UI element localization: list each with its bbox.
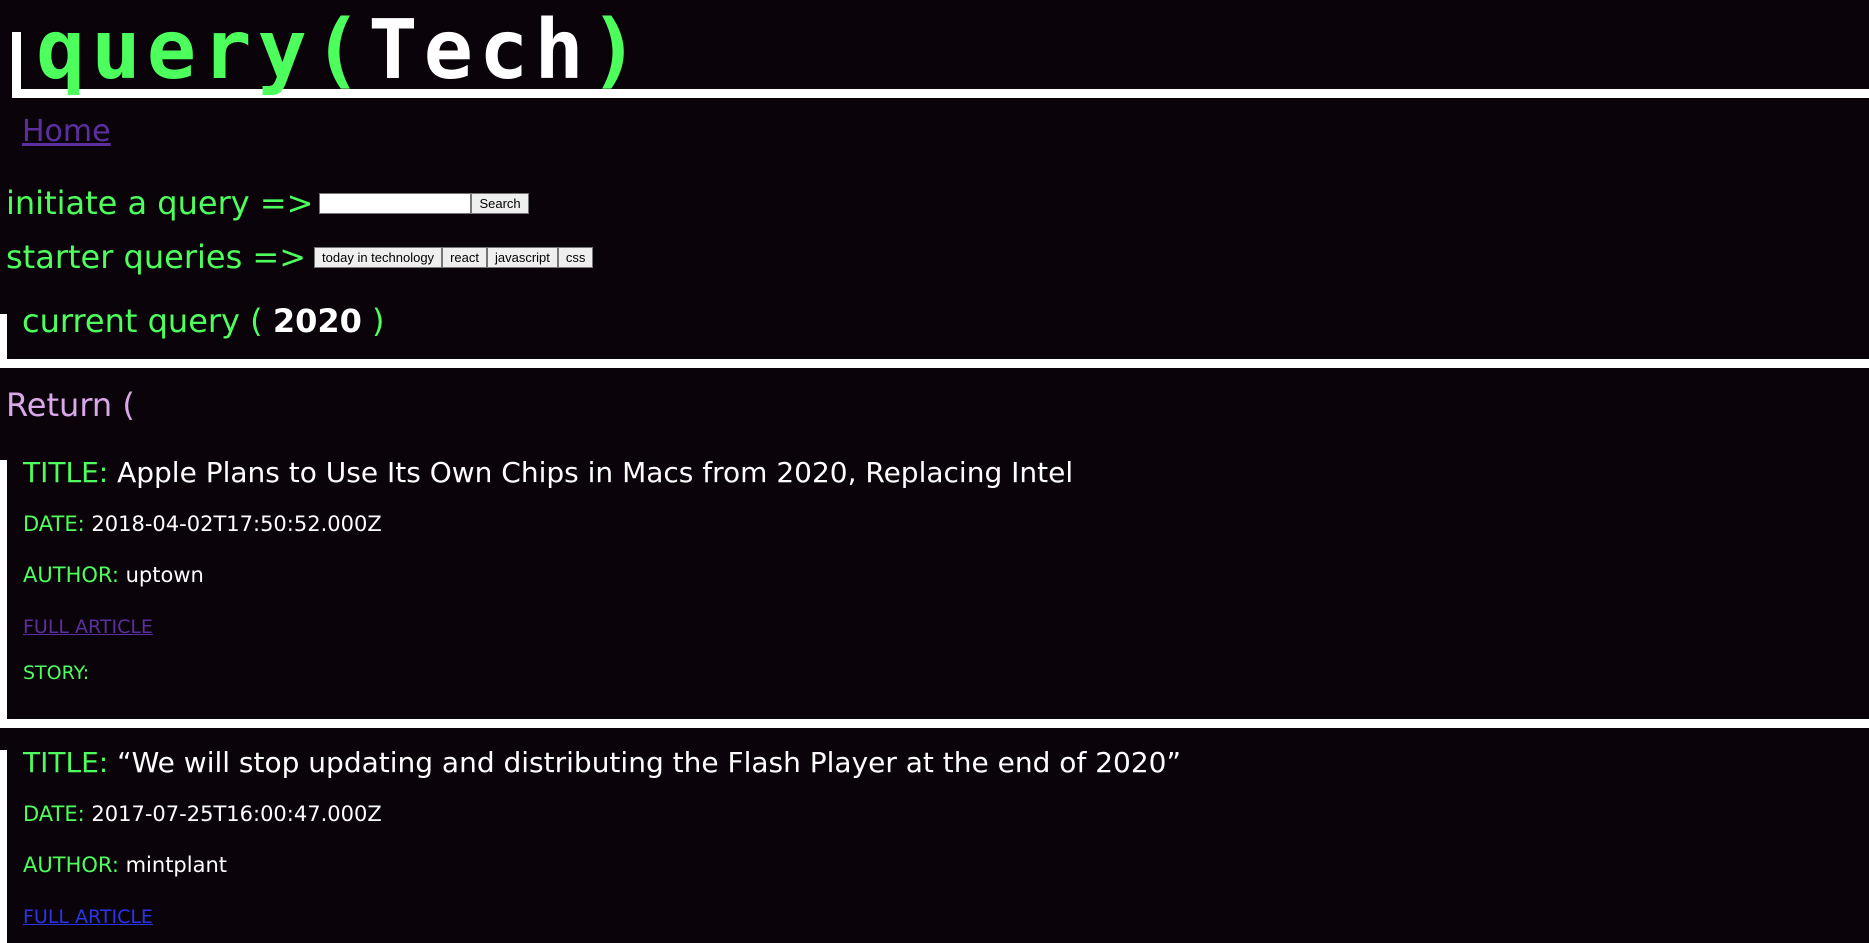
- article-card: TITLE: Apple Plans to Use Its Own Chips …: [0, 456, 1869, 728]
- starter-button-today-in-technology[interactable]: today in technology: [314, 246, 443, 268]
- logo-word: Tech: [368, 3, 590, 98]
- article-author-row: AUTHOR: uptown: [23, 563, 204, 587]
- article-card: TITLE: “We will stop updating and distri…: [0, 746, 1869, 943]
- logo-open-paren: (: [312, 3, 369, 98]
- return-label: Return (: [6, 386, 135, 424]
- starter-queries-row: starter queries => today in technology r…: [6, 238, 594, 276]
- logo-close-paren: ): [589, 3, 646, 98]
- starter-button-javascript[interactable]: javascript: [486, 246, 558, 268]
- current-query-section: current query ( 2020 ): [0, 298, 1869, 368]
- search-button[interactable]: Search: [471, 192, 529, 214]
- search-input[interactable]: [319, 192, 472, 214]
- site-header: query(Tech): [0, 0, 1869, 110]
- full-article-link[interactable]: FULL ARTICLE: [23, 616, 153, 638]
- article-author-row: AUTHOR: mintplant: [23, 853, 227, 877]
- current-query-close: ): [372, 302, 385, 340]
- article-date-row: DATE: 2018-04-02T17:50:52.000Z: [23, 512, 382, 536]
- title-label: TITLE:: [23, 746, 109, 779]
- author-label: AUTHOR:: [23, 853, 119, 877]
- starter-label: starter queries =>: [6, 238, 307, 276]
- article-author: mintplant: [125, 853, 228, 877]
- article-date: 2018-04-02T17:50:52.000Z: [91, 512, 382, 536]
- article-title: Apple Plans to Use Its Own Chips in Macs…: [117, 456, 1074, 489]
- starter-button-react[interactable]: react: [442, 246, 487, 268]
- logo-prefix: query: [36, 3, 313, 98]
- article-title-row: TITLE: “We will stop updating and distri…: [23, 746, 1181, 779]
- home-link[interactable]: Home: [22, 114, 111, 149]
- article-date-row: DATE: 2017-07-25T16:00:47.000Z: [23, 802, 382, 826]
- author-label: AUTHOR:: [23, 563, 119, 587]
- article-title: “We will stop updating and distributing …: [117, 746, 1181, 779]
- article-author: uptown: [125, 563, 204, 587]
- search-row: initiate a query => Search: [6, 184, 529, 222]
- title-label: TITLE:: [23, 456, 109, 489]
- current-query-value: 2020: [272, 302, 362, 340]
- story-label: STORY:: [23, 662, 90, 684]
- full-article-link[interactable]: FULL ARTICLE: [23, 906, 153, 928]
- starter-button-css[interactable]: css: [557, 246, 594, 268]
- article-story-row: STORY:: [23, 662, 89, 684]
- current-query-label: current query (: [22, 302, 263, 340]
- search-label: initiate a query =>: [6, 184, 314, 222]
- article-date: 2017-07-25T16:00:47.000Z: [91, 802, 382, 826]
- date-label: DATE:: [23, 512, 85, 536]
- article-title-row: TITLE: Apple Plans to Use Its Own Chips …: [23, 456, 1073, 489]
- current-query-text: current query ( 2020 ): [22, 302, 385, 340]
- date-label: DATE:: [23, 802, 85, 826]
- site-logo: query(Tech): [36, 6, 645, 96]
